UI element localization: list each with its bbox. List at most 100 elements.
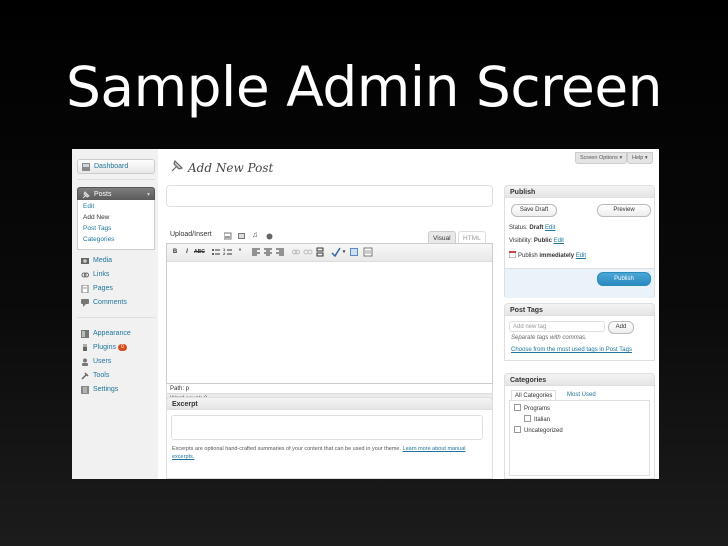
unlink-icon[interactable] xyxy=(303,247,313,257)
pages-icon xyxy=(81,285,89,293)
category-item[interactable]: Programs xyxy=(514,404,550,412)
publish-box: Save Draft Preview Status: Draft Edit Vi… xyxy=(504,198,655,298)
publish-header[interactable]: Publish xyxy=(504,185,655,198)
editor-path: Path: p xyxy=(166,384,493,394)
save-draft-button[interactable]: Save Draft xyxy=(511,204,557,217)
excerpt-box: Excerpts are optional hand-crafted summa… xyxy=(166,410,493,479)
categories-header[interactable]: Categories xyxy=(504,373,655,386)
admin-screenshot: Dashboard Posts ▾ Edit Add New Post Tags… xyxy=(72,149,659,479)
menu-separator xyxy=(77,179,155,180)
align-right-icon[interactable] xyxy=(275,247,285,257)
plugins-icon xyxy=(81,344,89,352)
menu-item-plugins[interactable]: Plugins 0 xyxy=(77,341,155,355)
submenu-categories[interactable]: Categories xyxy=(83,236,114,243)
category-checklist: Programs Italian Uncategorized xyxy=(509,400,650,476)
schedule-line: Publish immediately Edit xyxy=(509,251,586,259)
kitchen-sink-icon[interactable] xyxy=(363,247,373,257)
align-left-icon[interactable] xyxy=(251,247,261,257)
submenu-add-new[interactable]: Add New xyxy=(83,214,109,221)
blockquote-button[interactable]: “ xyxy=(235,247,245,257)
menu-label-media: Media xyxy=(93,257,113,264)
submenu-edit[interactable]: Edit xyxy=(83,203,94,210)
category-item[interactable]: Italian xyxy=(524,415,550,423)
menu-item-media[interactable]: Media xyxy=(77,254,155,268)
calendar-icon xyxy=(509,251,516,258)
media-icon xyxy=(81,257,89,265)
tags-hint: Separate tags with commas. xyxy=(511,335,587,341)
bold-button[interactable]: B xyxy=(170,247,180,257)
admin-menu: Dashboard Posts ▾ Edit Add New Post Tags… xyxy=(72,149,158,479)
new-tag-input[interactable]: Add new tag xyxy=(509,321,605,332)
menu-label-dashboard: Dashboard xyxy=(94,163,129,170)
help-button[interactable]: Help ▾ xyxy=(627,152,653,164)
add-image-icon[interactable] xyxy=(224,232,232,240)
numbered-list-icon[interactable]: 12 xyxy=(223,247,233,257)
align-center-icon[interactable] xyxy=(263,247,273,257)
menu-separator xyxy=(77,317,155,318)
edit-status-link[interactable]: Edit xyxy=(545,225,555,231)
excerpt-help-text: Excerpts are optional hand-crafted summa… xyxy=(172,446,401,452)
strikethrough-button[interactable]: ABC xyxy=(194,247,205,257)
category-item[interactable]: Uncategorized xyxy=(514,426,563,434)
slide-title: Sample Admin Screen xyxy=(65,55,663,119)
screen-options-button[interactable]: Screen Options ▾ xyxy=(575,152,628,164)
add-video-icon[interactable] xyxy=(238,232,246,240)
menu-item-settings[interactable]: Settings xyxy=(77,383,155,397)
menu-label-tools: Tools xyxy=(93,372,110,379)
comments-icon xyxy=(81,299,89,307)
menu-item-posts[interactable]: Posts ▾ xyxy=(77,187,155,201)
publish-button[interactable]: Publish xyxy=(597,272,651,286)
add-audio-icon[interactable]: ♫ xyxy=(252,230,258,239)
menu-label-settings: Settings xyxy=(93,386,119,393)
add-tag-button[interactable]: Add xyxy=(608,321,634,334)
bulleted-list-icon[interactable] xyxy=(211,247,221,257)
post-pin-icon xyxy=(170,159,184,173)
menu-label-comments: Comments xyxy=(93,299,127,306)
edit-visibility-link[interactable]: Edit xyxy=(554,238,564,244)
menu-item-appearance[interactable]: Appearance xyxy=(77,327,155,341)
editor-area[interactable]: B I ABC 12 “ ▾ xyxy=(166,243,493,384)
menu-label-pages: Pages xyxy=(93,285,113,292)
plugins-update-badge: 0 xyxy=(117,344,127,351)
excerpt-help: Excerpts are optional hand-crafted summa… xyxy=(172,445,487,461)
menu-item-tools[interactable]: Tools xyxy=(77,369,155,383)
menu-item-users[interactable]: Users xyxy=(77,355,155,369)
add-media-icon[interactable] xyxy=(266,233,273,240)
categories-box: All Categories Most Used Programs Italia… xyxy=(504,386,655,479)
settings-icon xyxy=(81,386,89,394)
posts-submenu: Edit Add New Post Tags Categories xyxy=(77,200,155,250)
fullscreen-icon[interactable] xyxy=(349,247,359,257)
menu-label-users: Users xyxy=(93,358,112,365)
submenu-post-tags[interactable]: Post Tags xyxy=(83,225,111,232)
post-tags-box: Add new tag Add Separate tags with comma… xyxy=(504,316,655,361)
spellcheck-dropdown[interactable]: ▾ xyxy=(339,247,349,257)
preview-button[interactable]: Preview xyxy=(597,204,651,217)
links-icon xyxy=(81,271,89,279)
menu-item-dashboard[interactable]: Dashboard xyxy=(77,159,155,174)
menu-label-plugins: Plugins xyxy=(93,344,116,351)
pin-icon xyxy=(82,191,90,199)
menu-item-links[interactable]: Links xyxy=(77,268,155,282)
post-tags-header[interactable]: Post Tags xyxy=(504,303,655,316)
insert-more-icon[interactable] xyxy=(315,247,325,257)
tools-icon xyxy=(81,372,89,380)
excerpt-header[interactable]: Excerpt xyxy=(166,397,493,410)
upload-insert-bar: Upload/Insert xyxy=(170,231,212,238)
slide: Sample Admin Screen Dashboard Posts ▾ Ed… xyxy=(0,0,728,546)
menu-item-comments[interactable]: Comments xyxy=(77,296,155,310)
post-title-input[interactable] xyxy=(166,185,493,207)
choose-tags-link[interactable]: Choose from the most used tags in Post T… xyxy=(511,347,632,353)
italic-button[interactable]: I xyxy=(182,247,192,257)
excerpt-textarea[interactable] xyxy=(171,415,483,440)
visibility-line: Visibility: Public Edit xyxy=(509,238,564,244)
dashboard-icon xyxy=(82,163,90,171)
menu-item-pages[interactable]: Pages xyxy=(77,282,155,296)
users-icon xyxy=(81,358,89,366)
menu-label-links: Links xyxy=(93,271,110,278)
svg-text:2: 2 xyxy=(223,251,226,256)
status-line: Status: Draft Edit xyxy=(509,225,556,231)
appearance-icon xyxy=(81,330,89,338)
edit-schedule-link[interactable]: Edit xyxy=(576,253,586,259)
tab-most-used[interactable]: Most Used xyxy=(567,392,596,398)
link-icon[interactable] xyxy=(291,247,301,257)
